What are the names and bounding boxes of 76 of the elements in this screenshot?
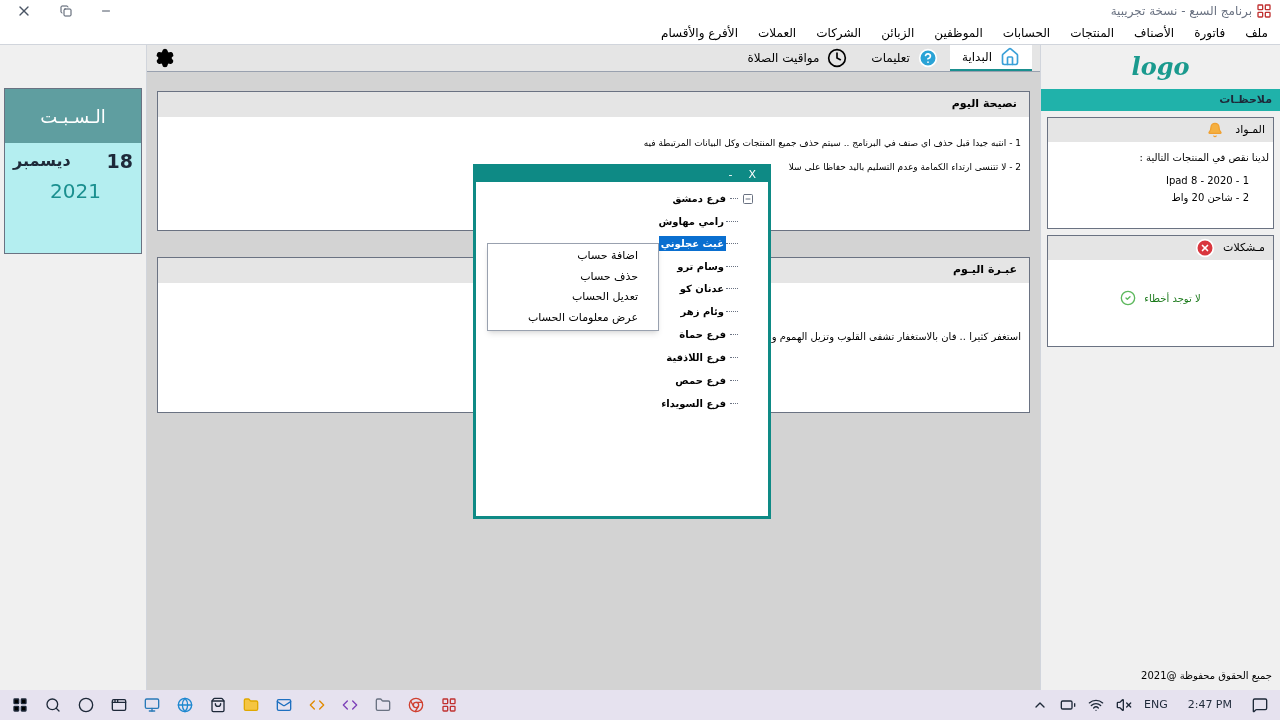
menu-item[interactable]: عرض معلومات الحساب [488, 307, 658, 328]
folder-icon[interactable] [375, 697, 391, 713]
error-icon [1195, 238, 1216, 258]
restore-icon[interactable] [60, 5, 72, 17]
quote-title: عبـرة اليـوم [952, 262, 1017, 279]
help-icon [917, 48, 938, 68]
tab[interactable]: مواقيت الصلاة [735, 45, 860, 71]
problems-title: مـشكلات [1223, 239, 1265, 256]
code-icon[interactable] [342, 697, 358, 713]
task-view-icon[interactable] [111, 697, 127, 713]
year-label: 2021 [49, 177, 102, 205]
clock-icon [827, 48, 848, 68]
menu-item[interactable]: اضافة حساب [488, 246, 658, 267]
menu-item[interactable]: ملف [1245, 24, 1268, 42]
material-item: Ipad 8 - 2020 - 1 [1164, 174, 1249, 188]
menu-item[interactable]: تعديل الحساب [488, 287, 658, 308]
tree-item[interactable]: عدنان كو [677, 281, 726, 297]
store-icon[interactable] [210, 697, 226, 713]
battery-icon[interactable] [1059, 697, 1076, 713]
tree-item[interactable]: وسام ترو [675, 258, 726, 274]
tree-item[interactable]: غيث عجلوني [658, 236, 726, 252]
menu-item[interactable]: الزبائن [881, 24, 915, 42]
tree-item[interactable]: وئام زهر [678, 303, 726, 319]
tab[interactable]: البداية [949, 45, 1032, 71]
collapse-icon[interactable] [742, 192, 754, 205]
menu-item[interactable]: الحسابات [1002, 24, 1051, 42]
menu-item[interactable]: الأصناف [1134, 24, 1175, 42]
circle-icon[interactable] [78, 697, 94, 713]
no-errors-message: لا توجد أخطاء [1144, 291, 1201, 306]
advice-line: 1 - انتبه جيدا قبل حذف اي صنف في البرنامج .. سيتم حذف جميع المنتجات وكل البيانات المرتبطة فيه [643, 137, 1021, 151]
day-number: 18 [106, 149, 133, 174]
start-icon[interactable] [12, 697, 28, 713]
advice-line: 2 - لا تتنسى ارتداء الكمامة وعدم التسليم باليد حفاظا على سلا [788, 160, 1021, 174]
menu-item[interactable]: الموظفين [934, 24, 983, 42]
notes-header: ملاحظـات [1041, 89, 1280, 111]
tree-branch[interactable]: فرع دمشق [672, 191, 726, 206]
settings-icon[interactable] [155, 48, 175, 68]
menu-item[interactable]: المنتجات [1070, 24, 1115, 42]
logo: logo [1131, 51, 1190, 83]
menu-item[interactable]: حذف حساب [488, 266, 658, 287]
mute-icon[interactable] [1115, 697, 1132, 713]
monitor-icon[interactable] [144, 697, 160, 713]
menu-item[interactable]: العملات [758, 24, 797, 42]
menu-item[interactable]: فاتورة [1194, 24, 1226, 42]
advice-title: نصيحة اليوم [951, 96, 1017, 113]
month-label: ديسمبر [13, 150, 71, 173]
check-icon [1120, 290, 1137, 306]
menu-item[interactable]: الشركات [816, 24, 862, 42]
notification-icon[interactable] [1252, 697, 1268, 713]
copyright-text: جميع الحقوق محفوظة @2021 [1141, 670, 1272, 681]
materials-intro: لدينا نقص في المنتجات التالية : [1138, 151, 1270, 165]
mail-icon[interactable] [276, 697, 292, 713]
weekday-label: الـسـبـت [40, 104, 106, 129]
bell-icon [1207, 122, 1224, 138]
app-icon[interactable] [441, 697, 457, 713]
close-button[interactable]: X [748, 169, 756, 180]
tree-branch[interactable]: فرع حمص [675, 372, 726, 388]
app-icon [1256, 3, 1272, 19]
browser-icon[interactable] [177, 697, 193, 713]
language-indicator[interactable]: ENG [1143, 696, 1168, 714]
tree-branch[interactable]: فرع السويداء [661, 395, 726, 411]
search-icon[interactable] [45, 697, 61, 713]
wifi-icon[interactable] [1087, 697, 1104, 713]
quote-text: استغفر كثيرا .. فان بالاستغفار تشفى القلوب وتزيل الهموم و [771, 330, 1021, 344]
tree-branch[interactable]: فرع اللاذقية [666, 349, 726, 365]
window-title: برنامج السبع - نسخة تجريبية [1110, 3, 1252, 20]
material-item: 2 - شاحن 20 واط [1170, 191, 1249, 205]
clock-text[interactable]: 2:47 PM [1179, 696, 1240, 714]
tree-item[interactable]: رامي مهاوش [656, 213, 726, 229]
browser-icon[interactable] [408, 697, 424, 713]
materials-title: المـواد [1235, 121, 1265, 138]
menu-item[interactable]: الأفرع والأقسام [661, 24, 738, 42]
tree-branch[interactable]: فرع حماة [679, 326, 726, 342]
home-icon [1000, 47, 1020, 67]
minimize-button[interactable]: - [728, 169, 733, 180]
tab[interactable]: تعليمات [859, 45, 950, 71]
